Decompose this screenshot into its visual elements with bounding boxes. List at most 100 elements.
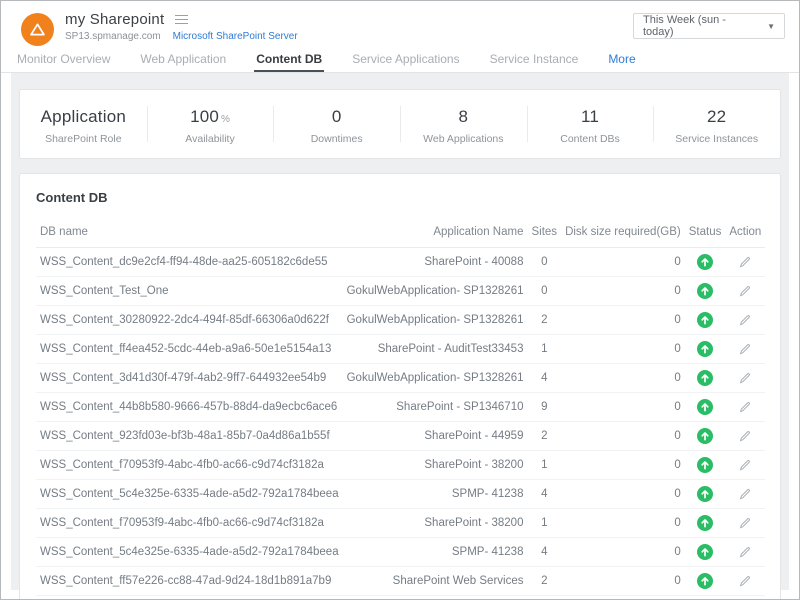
status-up-icon: [697, 341, 713, 357]
application-name-cell: SharePoint - 44959: [343, 422, 528, 451]
table-row: WSS_Content_5c4e325e-6335-4ade-a5d2-792a…: [36, 480, 765, 509]
status-up-icon: [697, 486, 713, 502]
sites-cell: 1: [527, 451, 561, 480]
application-name-cell: SharePoint - 38200: [343, 451, 528, 480]
period-selector[interactable]: This Week (sun - today) ▼: [633, 13, 785, 39]
disk-size-cell: 0: [561, 480, 685, 509]
application-name-cell: SPMP- 41238: [343, 596, 528, 600]
db-name-cell: WSS_Content_Test_One: [36, 277, 343, 306]
disk-size-cell: 0: [561, 509, 685, 538]
sites-cell: 9: [527, 393, 561, 422]
table-row: WSS_Content_30280922-2dc4-494f-85df-6630…: [36, 306, 765, 335]
content-area: Application SharePoint Role 100% Availab…: [11, 73, 789, 590]
sites-cell: 0: [527, 277, 561, 306]
disk-size-cell: 0: [561, 306, 685, 335]
sites-cell: 4: [527, 364, 561, 393]
col-header-db-name: DB name: [36, 217, 343, 248]
application-name-cell: SPMP- 41238: [343, 480, 528, 509]
application-name-cell: GokulWebApplication- SP1328261: [343, 364, 528, 393]
status-up-icon: [697, 370, 713, 386]
db-name-cell: WSS_Content_5c4e325e-6335-4ade-a5d2-792a…: [36, 538, 343, 567]
edit-pencil-icon[interactable]: [738, 371, 752, 385]
table-row: WSS_Content_Gokul SPMP- 41238 0 0: [36, 596, 765, 600]
table-row: WSS_Content_ff4ea452-5cdc-44eb-a9a6-50e1…: [36, 335, 765, 364]
status-up-icon: [697, 515, 713, 531]
application-name-cell: SPMP- 41238: [343, 538, 528, 567]
edit-pencil-icon[interactable]: [738, 487, 752, 501]
stat-label: SharePoint Role: [45, 133, 121, 145]
stat-value: Application: [41, 107, 126, 126]
stat-value: 11: [581, 107, 599, 126]
sites-cell: 1: [527, 335, 561, 364]
status-up-icon: [697, 312, 713, 328]
monitor-title: my Sharepoint: [65, 11, 164, 28]
table-row: WSS_Content_f70953f9-4abc-4fb0-ac66-c9d7…: [36, 509, 765, 538]
stat-label: Service Instances: [675, 133, 758, 145]
stat-label: Web Applications: [423, 133, 503, 145]
tab-web-application[interactable]: Web Application: [138, 52, 228, 72]
db-name-cell: WSS_Content_dc9e2cf4-ff94-48de-aa25-6051…: [36, 248, 343, 277]
stat-downtimes: 0 Downtimes: [273, 90, 400, 158]
disk-size-cell: 0: [561, 335, 685, 364]
db-name-cell: WSS_Content_30280922-2dc4-494f-85df-6630…: [36, 306, 343, 335]
col-header-status: Status: [685, 217, 726, 248]
monitor-title-block: my Sharepoint SP13.spmanage.com Microsof…: [65, 11, 298, 42]
app-window: my Sharepoint SP13.spmanage.com Microsof…: [0, 0, 800, 600]
tab-bar: Monitor Overview Web Application Content…: [1, 51, 799, 73]
warning-triangle-icon: [28, 20, 47, 39]
edit-pencil-icon[interactable]: [738, 545, 752, 559]
application-name-cell: SharePoint - 38200: [343, 509, 528, 538]
tab-content-db[interactable]: Content DB: [254, 52, 324, 72]
tab-more[interactable]: More: [606, 52, 637, 72]
col-header-action: Action: [725, 217, 765, 248]
status-up-icon: [697, 254, 713, 270]
db-name-cell: WSS_Content_44b8b580-9666-457b-88d4-da9e…: [36, 393, 343, 422]
stat-label: Downtimes: [311, 133, 363, 145]
edit-pencil-icon[interactable]: [738, 255, 752, 269]
edit-pencil-icon[interactable]: [738, 284, 752, 298]
table-row: WSS_Content_5c4e325e-6335-4ade-a5d2-792a…: [36, 538, 765, 567]
edit-pencil-icon[interactable]: [738, 458, 752, 472]
table-header-row: DB name Application Name Sites Disk size…: [36, 217, 765, 248]
edit-pencil-icon[interactable]: [738, 516, 752, 530]
sites-cell: 4: [527, 480, 561, 509]
table-row: WSS_Content_ff57e226-cc88-47ad-9d24-18d1…: [36, 567, 765, 596]
disk-size-cell: 0: [561, 364, 685, 393]
col-header-disk-size: Disk size required(GB): [561, 217, 685, 248]
stat-label: Availability: [185, 133, 234, 145]
status-up-icon: [697, 283, 713, 299]
sites-cell: 2: [527, 422, 561, 451]
disk-size-cell: 0: [561, 422, 685, 451]
stat-label: Content DBs: [560, 133, 620, 145]
table-row: WSS_Content_Test_One GokulWebApplication…: [36, 277, 765, 306]
status-up-icon: [697, 457, 713, 473]
application-name-cell: SharePoint - SP1346710: [343, 393, 528, 422]
db-name-cell: WSS_Content_Gokul: [36, 596, 343, 600]
sites-cell: 0: [527, 248, 561, 277]
edit-pencil-icon[interactable]: [738, 400, 752, 414]
application-name-cell: GokulWebApplication- SP1328261: [343, 277, 528, 306]
edit-pencil-icon[interactable]: [738, 429, 752, 443]
content-db-table: DB name Application Name Sites Disk size…: [36, 217, 765, 600]
content-db-card: Content DB DB name Application Name Site…: [19, 173, 781, 600]
col-header-sites: Sites: [527, 217, 561, 248]
table-body: WSS_Content_dc9e2cf4-ff94-48de-aa25-6051…: [36, 248, 765, 600]
stat-content-dbs: 11 Content DBs: [527, 90, 654, 158]
summary-stats-card: Application SharePoint Role 100% Availab…: [19, 89, 781, 159]
edit-pencil-icon[interactable]: [738, 313, 752, 327]
tab-monitor-overview[interactable]: Monitor Overview: [15, 52, 112, 72]
monitor-header: my Sharepoint SP13.spmanage.com Microsof…: [1, 1, 799, 51]
edit-pencil-icon[interactable]: [738, 574, 752, 588]
sites-cell: 4: [527, 538, 561, 567]
db-name-cell: WSS_Content_f70953f9-4abc-4fb0-ac66-c9d7…: [36, 509, 343, 538]
server-type-link[interactable]: Microsoft SharePoint Server: [173, 31, 298, 42]
hamburger-menu-icon[interactable]: [173, 13, 190, 27]
disk-size-cell: 0: [561, 248, 685, 277]
table-row: WSS_Content_44b8b580-9666-457b-88d4-da9e…: [36, 393, 765, 422]
status-up-icon: [697, 544, 713, 560]
tab-service-applications[interactable]: Service Applications: [350, 52, 461, 72]
sites-cell: 1: [527, 509, 561, 538]
monitor-logo: [21, 13, 54, 46]
edit-pencil-icon[interactable]: [738, 342, 752, 356]
tab-service-instance[interactable]: Service Instance: [488, 52, 581, 72]
